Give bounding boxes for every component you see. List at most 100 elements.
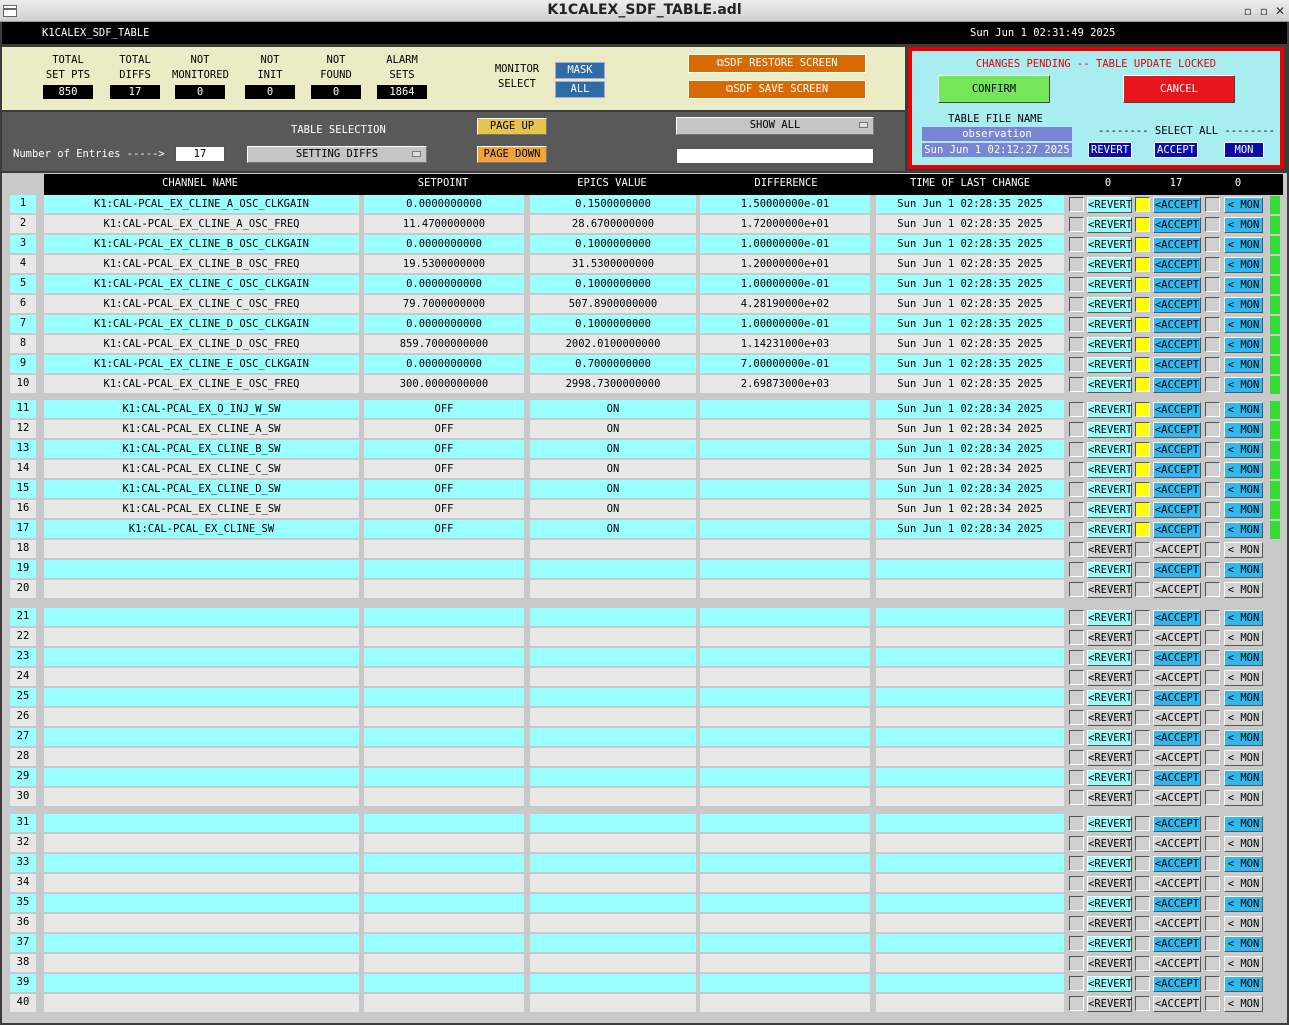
mon-button[interactable]: < MON	[1224, 277, 1263, 293]
accept-checkbox[interactable]	[1135, 482, 1150, 497]
accept-button[interactable]: <ACCEPT	[1153, 650, 1201, 666]
revert-checkbox[interactable]	[1069, 402, 1084, 417]
revert-button[interactable]: <REVERT	[1087, 197, 1132, 213]
accept-checkbox[interactable]	[1135, 856, 1150, 871]
revert-button[interactable]: <REVERT	[1087, 750, 1132, 766]
mon-button[interactable]: < MON	[1224, 357, 1263, 373]
mon-button[interactable]: < MON	[1224, 377, 1263, 393]
mon-button[interactable]: < MON	[1224, 462, 1263, 478]
mon-checkbox[interactable]	[1205, 522, 1220, 537]
mon-button[interactable]: < MON	[1224, 836, 1263, 852]
mon-checkbox[interactable]	[1205, 357, 1220, 372]
mon-checkbox[interactable]	[1205, 996, 1220, 1011]
revert-button[interactable]: <REVERT	[1087, 856, 1132, 872]
revert-checkbox[interactable]	[1069, 836, 1084, 851]
mon-button[interactable]: < MON	[1224, 816, 1263, 832]
accept-checkbox[interactable]	[1135, 562, 1150, 577]
revert-checkbox[interactable]	[1069, 816, 1084, 831]
accept-checkbox[interactable]	[1135, 710, 1150, 725]
revert-button[interactable]: <REVERT	[1087, 836, 1132, 852]
revert-button[interactable]: <REVERT	[1087, 562, 1132, 578]
revert-button[interactable]: <REVERT	[1087, 297, 1132, 313]
revert-checkbox[interactable]	[1069, 610, 1084, 625]
mon-button[interactable]: < MON	[1224, 670, 1263, 686]
mon-button[interactable]: < MON	[1224, 402, 1263, 418]
revert-button[interactable]: <REVERT	[1087, 317, 1132, 333]
mon-button[interactable]: < MON	[1224, 750, 1263, 766]
mon-button[interactable]: < MON	[1224, 542, 1263, 558]
mon-checkbox[interactable]	[1205, 936, 1220, 951]
accept-checkbox[interactable]	[1135, 956, 1150, 971]
accept-button[interactable]: <ACCEPT	[1153, 357, 1201, 373]
revert-button[interactable]: <REVERT	[1087, 670, 1132, 686]
revert-checkbox[interactable]	[1069, 936, 1084, 951]
revert-checkbox[interactable]	[1069, 956, 1084, 971]
accept-button[interactable]: <ACCEPT	[1153, 710, 1201, 726]
accept-button[interactable]: <ACCEPT	[1153, 770, 1201, 786]
mon-button[interactable]: < MON	[1224, 896, 1263, 912]
revert-checkbox[interactable]	[1069, 690, 1084, 705]
accept-button[interactable]: <ACCEPT	[1153, 277, 1201, 293]
revert-checkbox[interactable]	[1069, 237, 1084, 252]
mon-checkbox[interactable]	[1205, 197, 1220, 212]
accept-checkbox[interactable]	[1135, 630, 1150, 645]
revert-checkbox[interactable]	[1069, 710, 1084, 725]
revert-button[interactable]: <REVERT	[1087, 896, 1132, 912]
revert-checkbox[interactable]	[1069, 337, 1084, 352]
mon-checkbox[interactable]	[1205, 816, 1220, 831]
mon-checkbox[interactable]	[1205, 377, 1220, 392]
revert-checkbox[interactable]	[1069, 650, 1084, 665]
mon-checkbox[interactable]	[1205, 956, 1220, 971]
accept-button[interactable]: <ACCEPT	[1153, 610, 1201, 626]
mon-checkbox[interactable]	[1205, 710, 1220, 725]
accept-checkbox[interactable]	[1135, 816, 1150, 831]
accept-checkbox[interactable]	[1135, 442, 1150, 457]
accept-button[interactable]: <ACCEPT	[1153, 442, 1201, 458]
accept-button[interactable]: <ACCEPT	[1153, 582, 1201, 598]
select-all-revert-button[interactable]: REVERT	[1088, 142, 1132, 158]
accept-button[interactable]: <ACCEPT	[1153, 956, 1201, 972]
mon-button[interactable]: < MON	[1224, 790, 1263, 806]
mon-checkbox[interactable]	[1205, 317, 1220, 332]
revert-checkbox[interactable]	[1069, 277, 1084, 292]
accept-button[interactable]: <ACCEPT	[1153, 670, 1201, 686]
mon-checkbox[interactable]	[1205, 670, 1220, 685]
revert-button[interactable]: <REVERT	[1087, 357, 1132, 373]
accept-button[interactable]: <ACCEPT	[1153, 462, 1201, 478]
mon-button[interactable]: < MON	[1224, 630, 1263, 646]
revert-checkbox[interactable]	[1069, 996, 1084, 1011]
revert-button[interactable]: <REVERT	[1087, 542, 1132, 558]
revert-button[interactable]: <REVERT	[1087, 710, 1132, 726]
accept-checkbox[interactable]	[1135, 462, 1150, 477]
mon-checkbox[interactable]	[1205, 562, 1220, 577]
revert-button[interactable]: <REVERT	[1087, 257, 1132, 273]
mon-button[interactable]: < MON	[1224, 916, 1263, 932]
accept-button[interactable]: <ACCEPT	[1153, 217, 1201, 233]
revert-checkbox[interactable]	[1069, 317, 1084, 332]
mon-checkbox[interactable]	[1205, 402, 1220, 417]
mon-checkbox[interactable]	[1205, 337, 1220, 352]
mon-checkbox[interactable]	[1205, 836, 1220, 851]
revert-checkbox[interactable]	[1069, 297, 1084, 312]
revert-checkbox[interactable]	[1069, 630, 1084, 645]
accept-checkbox[interactable]	[1135, 836, 1150, 851]
accept-checkbox[interactable]	[1135, 317, 1150, 332]
revert-checkbox[interactable]	[1069, 790, 1084, 805]
accept-checkbox[interactable]	[1135, 502, 1150, 517]
mon-button[interactable]: < MON	[1224, 856, 1263, 872]
accept-button[interactable]: <ACCEPT	[1153, 790, 1201, 806]
accept-button[interactable]: <ACCEPT	[1153, 337, 1201, 353]
revert-checkbox[interactable]	[1069, 976, 1084, 991]
revert-checkbox[interactable]	[1069, 442, 1084, 457]
mon-checkbox[interactable]	[1205, 750, 1220, 765]
accept-button[interactable]: <ACCEPT	[1153, 422, 1201, 438]
mon-checkbox[interactable]	[1205, 790, 1220, 805]
revert-checkbox[interactable]	[1069, 856, 1084, 871]
mon-button[interactable]: < MON	[1224, 582, 1263, 598]
accept-button[interactable]: <ACCEPT	[1153, 502, 1201, 518]
filter-input[interactable]	[676, 148, 874, 164]
mon-checkbox[interactable]	[1205, 690, 1220, 705]
accept-button[interactable]: <ACCEPT	[1153, 836, 1201, 852]
accept-checkbox[interactable]	[1135, 377, 1150, 392]
accept-button[interactable]: <ACCEPT	[1153, 542, 1201, 558]
